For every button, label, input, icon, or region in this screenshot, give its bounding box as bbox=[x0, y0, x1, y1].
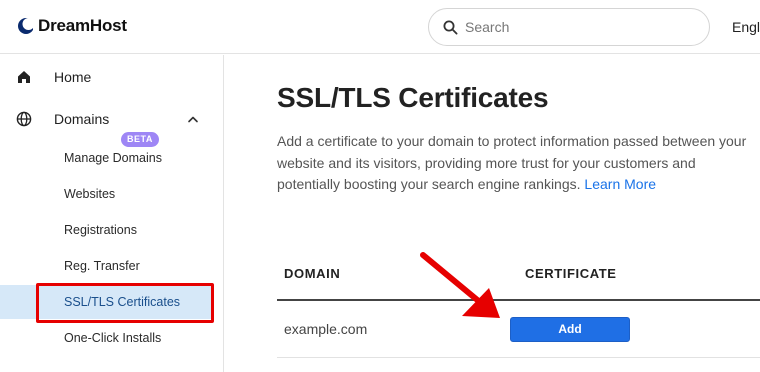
column-header-certificate: CERTIFICATE bbox=[525, 266, 617, 281]
dreamhost-moon-icon bbox=[18, 18, 33, 34]
sidebar-subitem-label: Manage Domains bbox=[64, 151, 162, 165]
sidebar-subitem-websites[interactable]: Websites bbox=[0, 177, 224, 211]
sidebar-item-label: Home bbox=[54, 69, 92, 85]
sidebar-subitem-one-click-installs[interactable]: One-Click Installs bbox=[0, 321, 224, 355]
column-header-domain: DOMAIN bbox=[284, 266, 341, 281]
sidebar-item-label: Domains bbox=[54, 111, 110, 127]
home-icon bbox=[18, 71, 30, 83]
sidebar-subitem-label: Reg. Transfer bbox=[64, 259, 140, 273]
app-window: DreamHost English Home Domains bbox=[0, 0, 760, 372]
chevron-up-icon[interactable] bbox=[187, 115, 199, 123]
brand-logo[interactable]: DreamHost bbox=[17, 15, 127, 37]
learn-more-link[interactable]: Learn More bbox=[584, 176, 656, 192]
sidebar-item-home[interactable]: Home bbox=[0, 57, 224, 97]
sidebar-subitem-reg-transfer[interactable]: Reg. Transfer bbox=[0, 249, 224, 283]
table-row-divider bbox=[277, 357, 760, 358]
sidebar-item-domains[interactable]: Domains bbox=[0, 99, 224, 139]
sidebar-subitem-label: One-Click Installs bbox=[64, 331, 162, 345]
sidebar-subitem-registrations[interactable]: Registrations bbox=[0, 213, 224, 247]
sidebar-subitem-manage-domains[interactable]: Manage Domains bbox=[0, 141, 224, 175]
search-icon bbox=[443, 20, 458, 35]
table-header-divider bbox=[277, 299, 760, 301]
sidebar: Home Domains Manage Domains Websites Reg… bbox=[0, 55, 224, 372]
search-box[interactable] bbox=[428, 8, 710, 46]
page-description: Add a certificate to your domain to prot… bbox=[277, 131, 747, 196]
sidebar-subitem-label: Registrations bbox=[64, 223, 137, 237]
domain-cell: example.com bbox=[284, 321, 368, 337]
beta-badge: BETA bbox=[121, 132, 159, 147]
brand-name: DreamHost bbox=[38, 16, 127, 35]
top-header: DreamHost English bbox=[0, 0, 760, 54]
add-certificate-button[interactable]: Add bbox=[510, 317, 630, 342]
globe-icon bbox=[16, 111, 32, 127]
page-title: SSL/TLS Certificates bbox=[277, 82, 549, 113]
search-input[interactable] bbox=[465, 17, 695, 37]
language-selector[interactable]: English bbox=[732, 19, 760, 35]
description-text: Add a certificate to your domain to prot… bbox=[277, 133, 747, 192]
main-content: SSL/TLS Certificates Add a certificate t… bbox=[225, 55, 760, 372]
annotation-highlight-box bbox=[36, 283, 214, 323]
sidebar-subitem-label: Websites bbox=[64, 187, 116, 201]
